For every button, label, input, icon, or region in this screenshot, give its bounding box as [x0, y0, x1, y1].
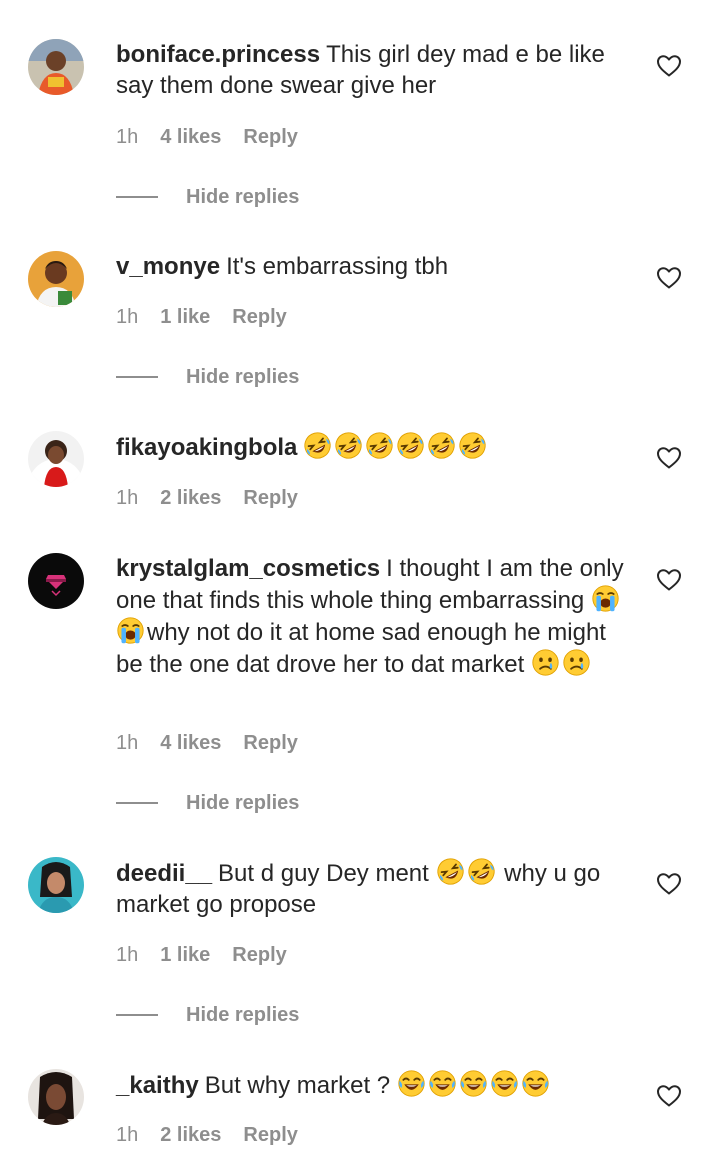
tears-of-joy-emoji-icon: [490, 1069, 519, 1098]
rofl-emoji-icon: [458, 431, 487, 460]
avatar[interactable]: [28, 553, 84, 609]
rofl-emoji-icon: [427, 431, 456, 460]
username[interactable]: fikayoakingbola: [116, 434, 297, 461]
reply-button[interactable]: Reply: [243, 732, 297, 755]
rofl-emoji-icon: [436, 857, 465, 886]
rofl-emoji-icon: [396, 431, 425, 460]
hide-replies-button[interactable]: Hide replies: [116, 362, 299, 392]
comment-time: 1h: [116, 486, 139, 509]
avatar[interactable]: [28, 1069, 84, 1125]
hide-replies-label: Hide replies: [186, 365, 300, 388]
divider-line: [116, 376, 158, 378]
username[interactable]: deedii__: [116, 860, 212, 887]
divider-line: [116, 196, 158, 198]
rofl-emoji-icon: [467, 857, 496, 886]
like-heart-icon[interactable]: [656, 872, 682, 896]
reply-button[interactable]: Reply: [243, 487, 297, 510]
divider-line: [116, 1014, 158, 1016]
like-heart-icon[interactable]: [656, 266, 682, 290]
username[interactable]: krystalglam_cosmetics: [116, 555, 380, 582]
reply-button[interactable]: Reply: [243, 126, 297, 149]
comment-text: It's embarrassing tbh: [226, 253, 449, 280]
hide-replies-button[interactable]: Hide replies: [116, 788, 299, 818]
comment-time: 1h: [116, 305, 139, 328]
hide-replies-label: Hide replies: [186, 1003, 300, 1026]
like-count[interactable]: 1 like: [160, 944, 210, 967]
hide-replies-button[interactable]: Hide replies: [116, 1000, 299, 1030]
username[interactable]: _kaithy: [116, 1072, 199, 1099]
tears-of-joy-emoji-icon: [428, 1069, 457, 1098]
reply-button[interactable]: Reply: [243, 1124, 297, 1147]
like-heart-icon[interactable]: [656, 54, 682, 78]
like-heart-icon[interactable]: [656, 1084, 682, 1108]
rofl-emoji-icon: [334, 431, 363, 460]
like-count[interactable]: 2 likes: [160, 487, 221, 510]
crying-emoji-icon: [531, 648, 560, 677]
loudly-crying-emoji-icon: [116, 616, 145, 645]
comment-time: 1h: [116, 1123, 139, 1146]
hide-replies-label: Hide replies: [186, 185, 300, 208]
avatar[interactable]: [28, 431, 84, 487]
hide-replies-button[interactable]: Hide replies: [116, 182, 299, 212]
crying-emoji-icon: [562, 648, 591, 677]
like-heart-icon[interactable]: [656, 446, 682, 470]
like-heart-icon[interactable]: [656, 568, 682, 592]
like-count[interactable]: 4 likes: [160, 126, 221, 149]
comment-time: 1h: [116, 731, 139, 754]
comment-text: But d guy Dey ment: [218, 860, 429, 887]
username[interactable]: v_monye: [116, 253, 220, 280]
username[interactable]: boniface.princess: [116, 41, 320, 68]
reply-button[interactable]: Reply: [232, 306, 286, 329]
tears-of-joy-emoji-icon: [521, 1069, 550, 1098]
tears-of-joy-emoji-icon: [397, 1069, 426, 1098]
like-count[interactable]: 1 like: [160, 306, 210, 329]
like-count[interactable]: 4 likes: [160, 732, 221, 755]
rofl-emoji-icon: [365, 431, 394, 460]
divider-line: [116, 802, 158, 804]
loudly-crying-emoji-icon: [591, 584, 620, 613]
rofl-emoji-icon: [303, 431, 332, 460]
avatar[interactable]: [28, 251, 84, 307]
comment-text: But why market ?: [204, 1072, 391, 1099]
avatar[interactable]: [28, 857, 84, 913]
reply-button[interactable]: Reply: [232, 944, 286, 967]
tears-of-joy-emoji-icon: [459, 1069, 488, 1098]
comment-time: 1h: [116, 125, 139, 148]
hide-replies-label: Hide replies: [186, 791, 300, 814]
comment-time: 1h: [116, 943, 139, 966]
like-count[interactable]: 2 likes: [160, 1124, 221, 1147]
avatar[interactable]: [28, 39, 84, 95]
